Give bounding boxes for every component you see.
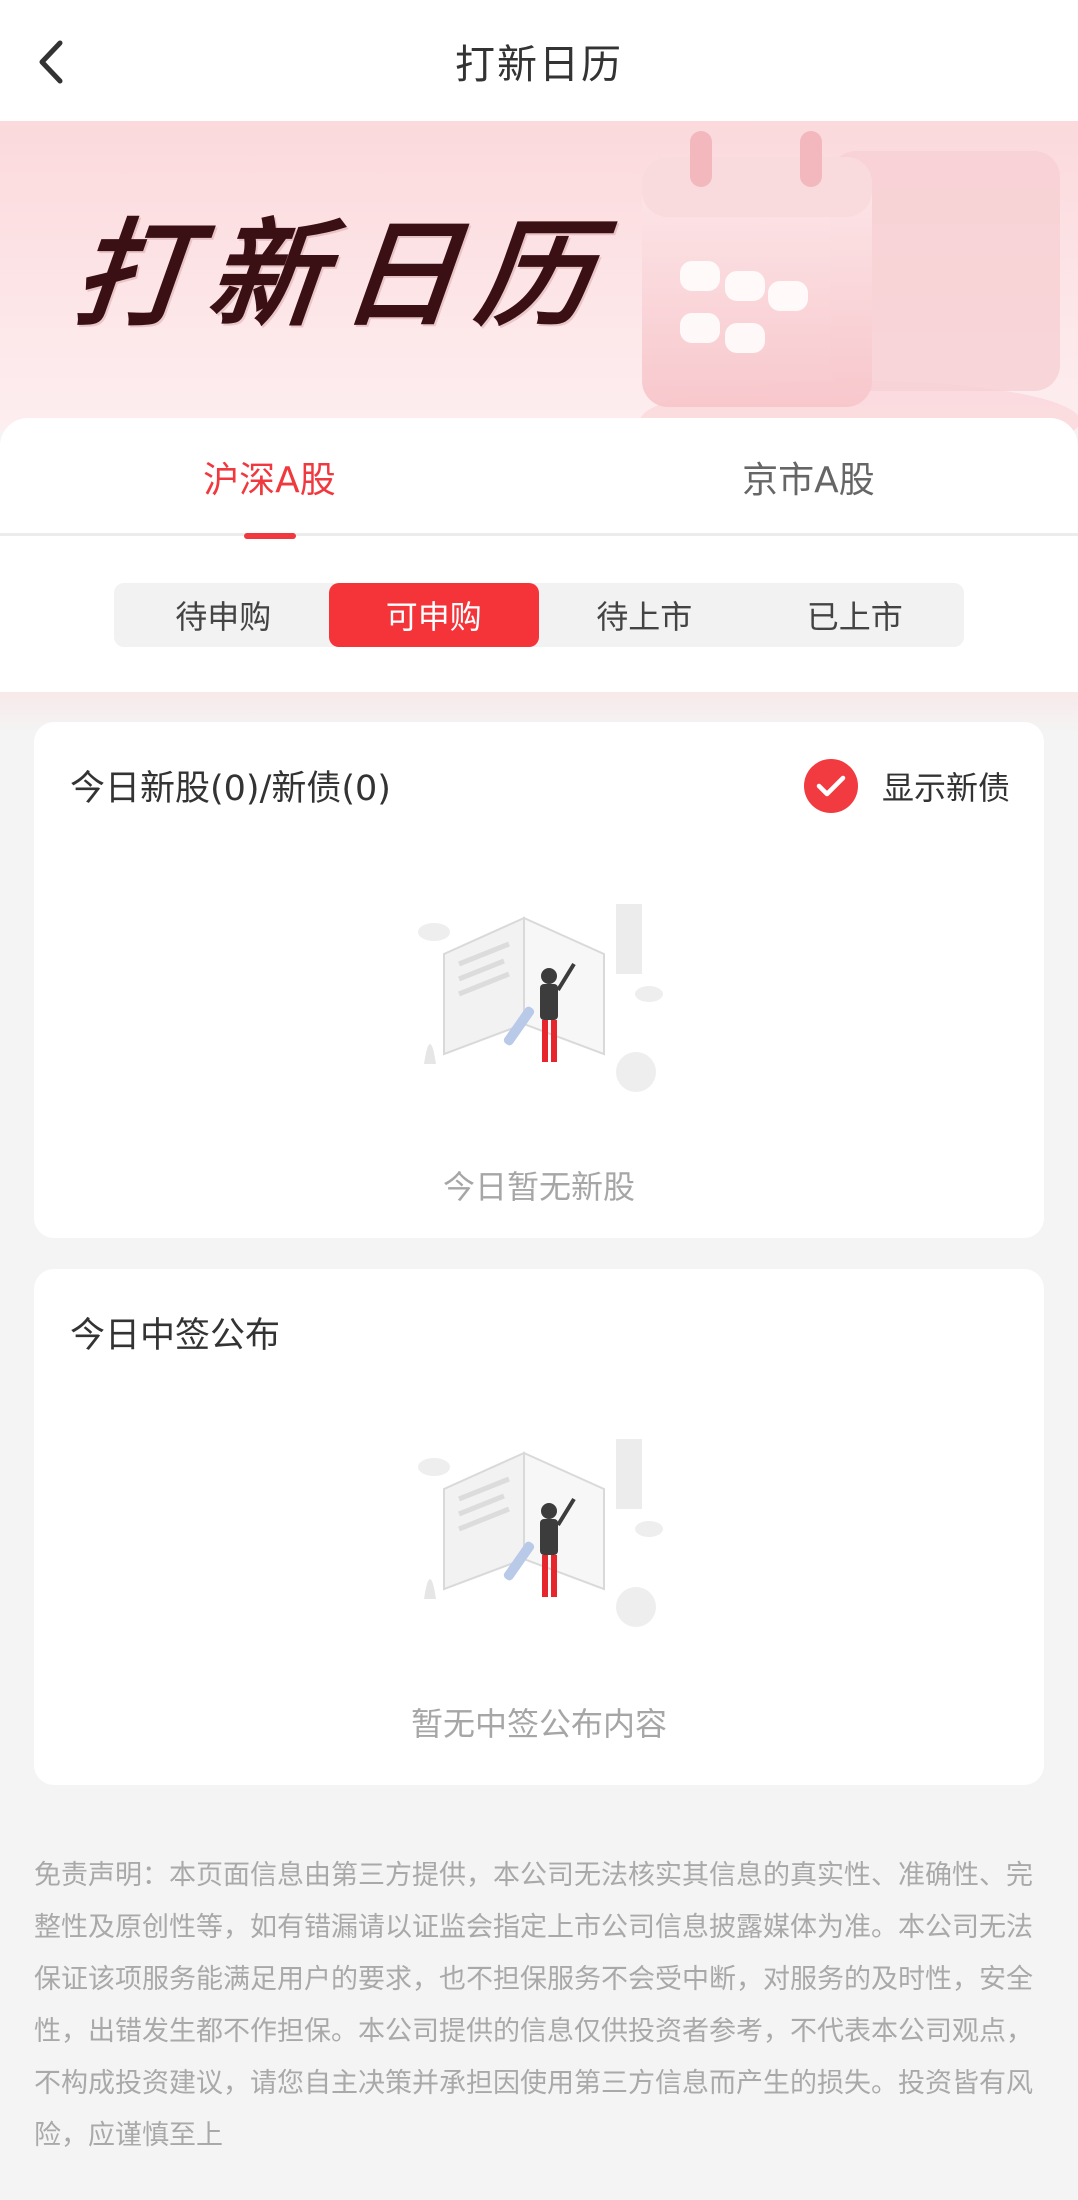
today-new-card: 今日新股(0)/新债(0) 显示新债 今日暂无新股 [34,722,1044,1238]
empty-state-illustration-icon [404,904,674,1114]
seg-listed[interactable]: 已上市 [750,583,961,647]
calendar-icon [600,121,1078,431]
market-tabs: 沪深A股 京市A股 [0,418,1078,539]
banner-title: 打新日历 [67,208,618,343]
tab-shanghai-shenzhen-a[interactable]: 沪深A股 [0,418,539,539]
page-title: 打新日历 [455,41,623,88]
card-title: 今日中签公布 [70,1316,281,1356]
active-tab-indicator [243,533,296,539]
top-nav-bar: 打新日历 [0,0,1078,121]
chevron-left-icon [30,37,70,87]
empty-state-text: 今日暂无新股 [442,1168,635,1206]
show-bonds-toggle[interactable]: 显示新债 [803,758,1010,814]
card-title: 今日新股(0)/新债(0) [70,769,391,809]
disclaimer-text: 免责声明：本页面信息由第三方提供，本公司无法核实其信息的真实性、准确性、完整性及… [34,1860,1033,2151]
today-lottery-card: 今日中签公布 暂无中签公布内容 [34,1269,1044,1785]
back-button[interactable] [30,22,110,102]
status-segmented-control: 待申购 可申购 待上市 已上市 [114,583,964,647]
seg-subscribable[interactable]: 可申购 [328,583,539,647]
show-bonds-label: 显示新债 [881,769,1010,807]
tab-label: 京市A股 [742,460,875,501]
seg-pending-subscribe[interactable]: 待申购 [118,583,329,647]
tab-beijing-a[interactable]: 京市A股 [539,418,1078,536]
tabs-panel: 沪深A股 京市A股 待申购 可申购 待上市 已上市 [0,418,1078,692]
banner: 打新日历 [0,121,1078,431]
empty-state-illustration-icon [404,1439,674,1649]
tab-label: 沪深A股 [203,460,336,501]
check-icon [803,759,858,813]
empty-state-text: 暂无中签公布内容 [410,1705,667,1743]
seg-pending-listing[interactable]: 待上市 [539,583,750,647]
